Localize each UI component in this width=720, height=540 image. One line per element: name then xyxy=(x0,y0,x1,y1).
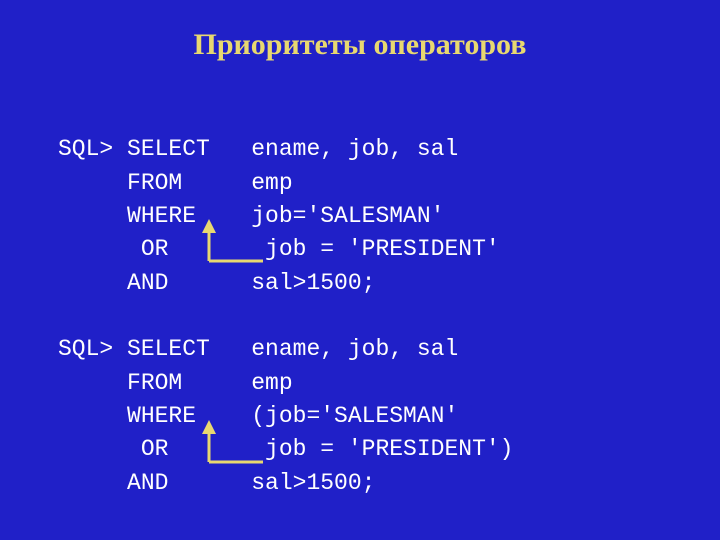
priority-arrow-icon xyxy=(185,215,265,275)
code-line: FROM emp xyxy=(58,370,293,396)
code-line: OR job = 'PRESIDENT') xyxy=(58,436,513,462)
priority-arrow-icon xyxy=(185,416,265,476)
code-line: SQL> SELECT ename, job, sal xyxy=(58,336,458,362)
code-line: OR job = 'PRESIDENT' xyxy=(58,236,500,262)
slide-title: Приоритеты операторов xyxy=(0,0,720,100)
code-line: FROM emp xyxy=(58,170,293,196)
code-line: SQL> SELECT ename, job, sal xyxy=(58,136,458,162)
code-block: SQL> SELECT ename, job, sal FROM emp WHE… xyxy=(0,100,720,500)
